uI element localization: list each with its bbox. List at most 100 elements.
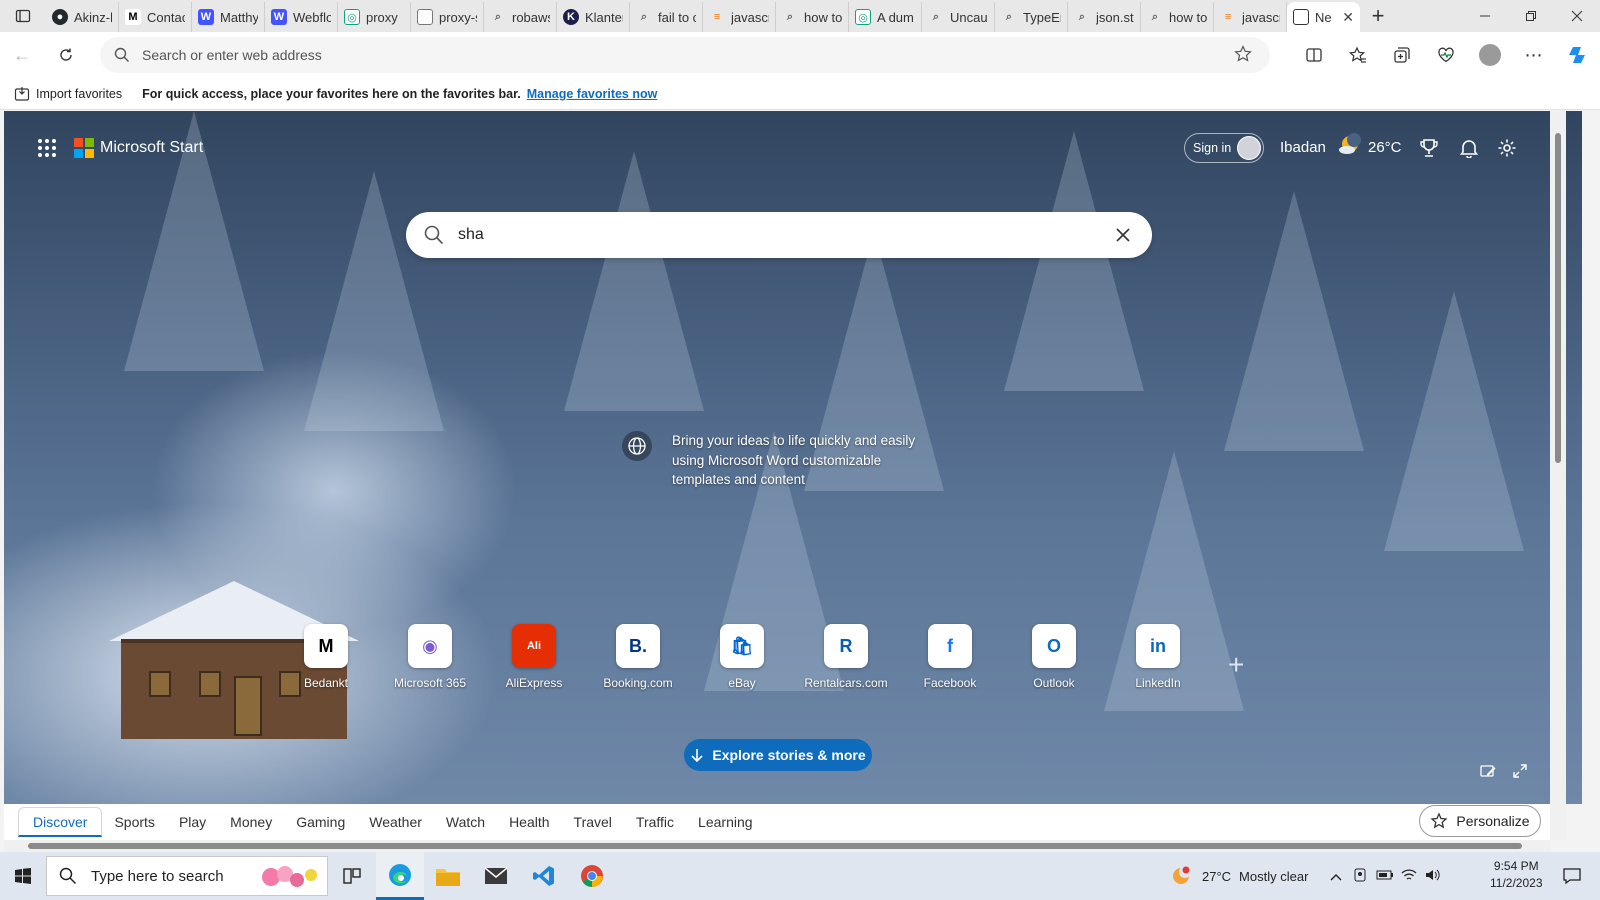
restore-button[interactable] <box>1508 0 1554 32</box>
refresh-button[interactable] <box>44 32 88 78</box>
tab[interactable]: proxy-s <box>411 2 484 32</box>
import-favorites-button[interactable]: Import favorites <box>14 86 122 102</box>
sign-in-button[interactable]: Sign in <box>1184 133 1264 163</box>
collections-button[interactable] <box>1380 32 1424 78</box>
rewards-button[interactable] <box>1416 135 1442 161</box>
tab-money[interactable]: Money <box>218 807 284 837</box>
tab-discover[interactable]: Discover <box>18 807 103 837</box>
tab-watch[interactable]: Watch <box>434 807 497 837</box>
taskbar-mail[interactable] <box>472 852 520 900</box>
add-quick-link-button[interactable]: + <box>1228 649 1244 681</box>
taskbar-search-box[interactable]: Type here to search <box>46 856 328 896</box>
show-hidden-icons-button[interactable] <box>1330 869 1342 884</box>
tab[interactable]: ≡ javascr <box>703 2 776 32</box>
weather-temperature[interactable]: 26°C <box>1368 139 1402 156</box>
tab[interactable]: ⌕ fail to c <box>630 2 703 32</box>
clear-search-icon[interactable] <box>1116 228 1130 242</box>
moon-weather-icon <box>1173 866 1191 884</box>
tab[interactable]: ⌕ how to <box>1141 2 1214 32</box>
tab[interactable]: ◎ proxy <box>338 2 411 32</box>
search-query[interactable]: sha <box>458 226 1116 244</box>
quick-link-tile[interactable]: B. Booking.com <box>586 624 690 690</box>
personalize-button[interactable]: Personalize <box>1419 805 1541 837</box>
copilot-button[interactable] <box>1556 32 1600 78</box>
tab[interactable]: ≡ javascr <box>1214 2 1287 32</box>
settings-menu-button[interactable]: ⋯ <box>1512 32 1556 78</box>
quick-link-tile[interactable]: R Rentalcars.com <box>794 624 898 690</box>
scrollbar-thumb[interactable] <box>28 843 1522 849</box>
vertical-scrollbar[interactable] <box>1550 111 1566 840</box>
profile-button[interactable] <box>1468 32 1512 78</box>
tab-active[interactable]: Ne ✕ <box>1287 2 1360 32</box>
tab[interactable]: ⌕ json.st <box>1068 2 1141 32</box>
taskbar-file-explorer[interactable] <box>424 852 472 900</box>
meet-now-icon[interactable] <box>1352 867 1368 886</box>
volume-icon[interactable] <box>1424 868 1442 885</box>
tab[interactable]: ⌕ TypeEr <box>995 2 1068 32</box>
taskbar-edge[interactable] <box>376 852 424 900</box>
scrollbar-thumb[interactable] <box>1555 133 1561 463</box>
notifications-button[interactable] <box>1456 135 1482 161</box>
favorites-button[interactable] <box>1336 32 1380 78</box>
weather-widget[interactable]: 27°C Mostly clear <box>1170 865 1308 887</box>
weather-location[interactable]: Ibadan <box>1280 139 1326 156</box>
taskbar-chrome[interactable] <box>568 852 616 900</box>
microsoft-start-logo[interactable]: Microsoft Start <box>74 138 203 158</box>
tab[interactable]: K Klanter <box>557 2 630 32</box>
refresh-icon <box>60 48 72 61</box>
tab[interactable]: M Contac <box>119 2 192 32</box>
image-info-card[interactable]: Bring your ideas to life quickly and eas… <box>622 431 932 490</box>
page-settings-button[interactable] <box>1494 135 1520 161</box>
favorite-star-icon[interactable] <box>1234 45 1252 63</box>
wifi-icon[interactable] <box>1400 868 1418 885</box>
tab[interactable]: W Webflo <box>265 2 338 32</box>
tab[interactable]: ⌕ Uncau <box>922 2 995 32</box>
tab-gaming[interactable]: Gaming <box>284 807 357 837</box>
web-search-box[interactable]: sha <box>406 212 1152 258</box>
taskbar-vscode[interactable] <box>520 852 568 900</box>
quick-link-tile[interactable]: in LinkedIn <box>1106 624 1210 690</box>
tab-actions-button[interactable] <box>0 0 46 32</box>
gear-icon <box>1498 139 1516 157</box>
tab[interactable]: ⌕ robaws <box>484 2 557 32</box>
quick-link-tile[interactable]: O Outlook <box>1002 624 1106 690</box>
quick-link-tile[interactable]: ◉ Microsoft 365 <box>378 624 482 690</box>
task-view-button[interactable] <box>328 852 376 900</box>
quick-link-label: Bedankt <box>303 676 349 690</box>
start-button[interactable] <box>0 852 46 900</box>
quick-link-tile[interactable]: 🛍 eBay <box>690 624 794 690</box>
horizontal-scrollbar[interactable] <box>4 840 1550 852</box>
browser-essentials-button[interactable] <box>1424 32 1468 78</box>
tab-sports[interactable]: Sports <box>102 807 166 837</box>
address-input[interactable] <box>142 47 1182 63</box>
tab-traffic[interactable]: Traffic <box>624 807 686 837</box>
quick-link-tile[interactable]: Ali AliExpress <box>482 624 586 690</box>
back-button[interactable]: ← <box>0 32 44 78</box>
sign-in-label: Sign in <box>1193 141 1232 155</box>
explore-stories-button[interactable]: Explore stories & more <box>684 739 872 771</box>
tab-learning[interactable]: Learning <box>686 807 765 837</box>
address-bar[interactable] <box>100 37 1270 73</box>
new-tab-button[interactable]: + <box>1360 0 1396 32</box>
quick-link-tile[interactable]: M Bedankt <box>274 624 378 690</box>
tab-weather[interactable]: Weather <box>357 807 434 837</box>
fullscreen-button[interactable] <box>1510 761 1530 781</box>
app-launcher-icon[interactable] <box>38 139 56 157</box>
quick-link-tile[interactable]: f Facebook <box>898 624 1002 690</box>
tab[interactable]: W Matthy <box>192 2 265 32</box>
edit-background-button[interactable] <box>1478 761 1498 781</box>
tab-travel[interactable]: Travel <box>562 807 624 837</box>
tab[interactable]: ● Akinz-l <box>46 2 119 32</box>
minimize-button[interactable] <box>1462 0 1508 32</box>
notifications-center-button[interactable] <box>1562 866 1582 891</box>
tab-health[interactable]: Health <box>497 807 561 837</box>
system-clock[interactable]: 9:54 PM 11/2/2023 <box>1490 858 1543 892</box>
tab[interactable]: ◎ A dum <box>849 2 922 32</box>
manage-favorites-link[interactable]: Manage favorites now <box>527 87 658 101</box>
split-screen-button[interactable] <box>1292 32 1336 78</box>
tab[interactable]: ⌕ how to <box>776 2 849 32</box>
close-tab-icon[interactable]: ✕ <box>1342 9 1354 26</box>
battery-icon[interactable] <box>1376 868 1394 885</box>
close-window-button[interactable] <box>1554 0 1600 32</box>
tab-play[interactable]: Play <box>167 807 218 837</box>
